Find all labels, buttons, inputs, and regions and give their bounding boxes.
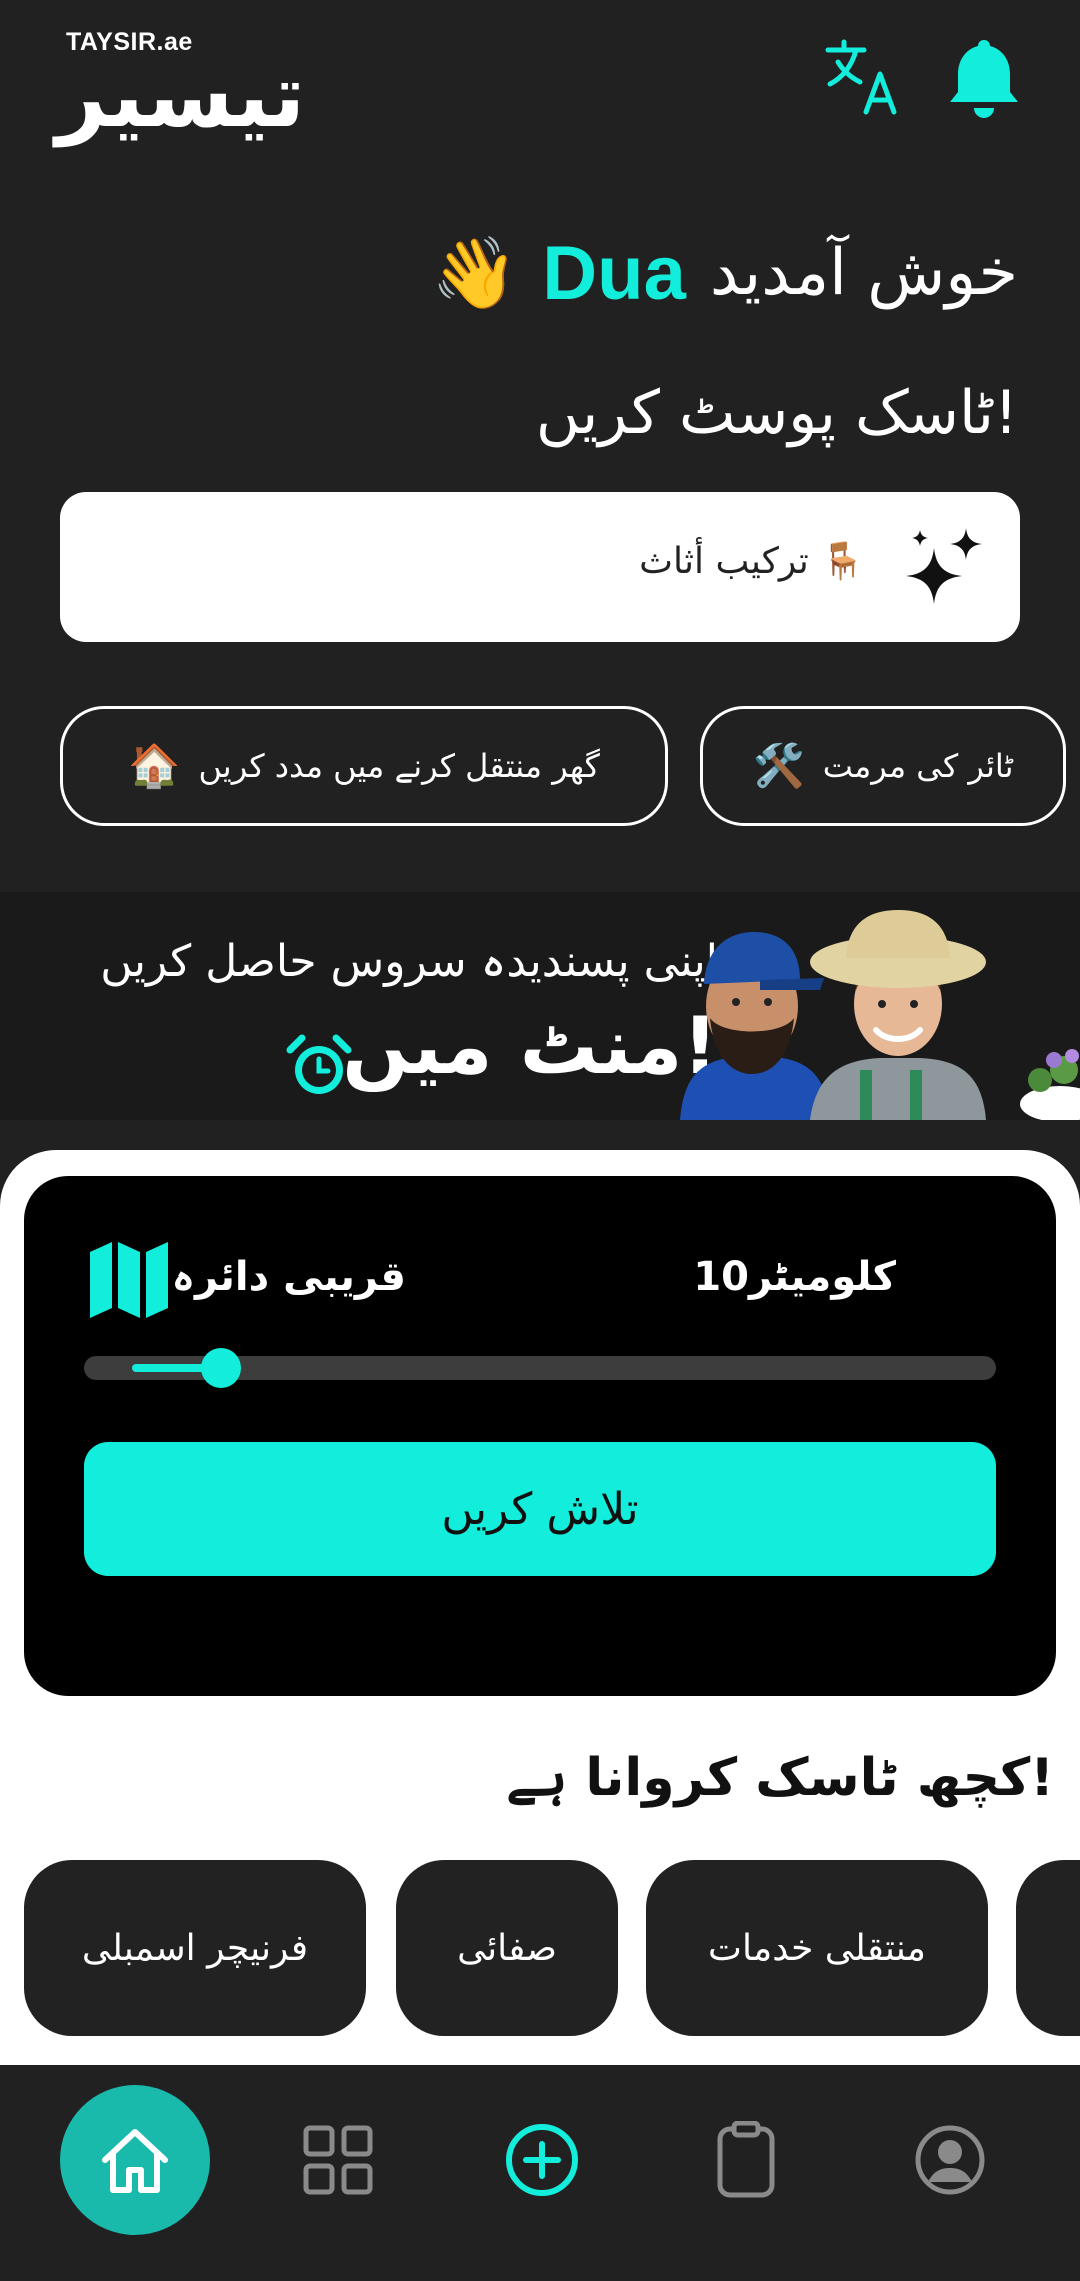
map-icon <box>90 1242 168 1318</box>
categories-title: کچھ ٹاسک کروانا ہے! <box>506 1748 1054 1808</box>
search-button[interactable]: تلاش کریں <box>84 1442 996 1576</box>
nav-my-tasks[interactable] <box>706 2120 786 2200</box>
radius-card: قریبی دائرہ 10کلومیٹر تلاش کریں <box>24 1176 1056 1696</box>
nav-profile[interactable] <box>910 2120 990 2200</box>
category-moving-services[interactable]: منتقلی خدمات <box>646 1860 988 2036</box>
nav-home[interactable] <box>60 2085 210 2235</box>
translate-icon[interactable] <box>822 36 902 116</box>
welcome-text: خوش آمدید <box>709 236 1018 310</box>
category-partial[interactable] <box>1016 1860 1080 2036</box>
clipboard-icon <box>717 2121 775 2198</box>
tools-emoji: 🛠️ <box>752 741 805 790</box>
profile-icon <box>915 2125 985 2195</box>
suggestion-chip-tire-repair[interactable]: ٹائر کی مرمت 🛠️ <box>700 706 1066 826</box>
house-emoji: 🏠 <box>128 741 181 790</box>
radius-value: 10کلومیٹر <box>693 1254 896 1300</box>
nav-add-task[interactable] <box>502 2120 582 2200</box>
bottom-navigation <box>0 2065 1080 2281</box>
slider-thumb[interactable] <box>201 1348 241 1388</box>
chip-label: گھر منتقل کرنے میں مدد کریں <box>198 747 600 785</box>
workers-photo <box>680 910 1080 1120</box>
welcome-heading: خوش آمدید Dua 👋 <box>431 218 1018 328</box>
home-icon <box>102 2129 168 2193</box>
post-task-title: ٹاسک پوسٹ کریں! <box>535 378 1018 448</box>
suggestion-chip-home-moving[interactable]: گھر منتقل کرنے میں مدد کریں 🏠 <box>60 706 668 826</box>
sparkle-icon[interactable] <box>900 522 990 612</box>
task-input[interactable]: تركيب أثاث 🪑 <box>60 492 1020 642</box>
radius-slider[interactable] <box>84 1348 996 1388</box>
radius-label: قریبی دائرہ <box>171 1254 406 1300</box>
nav-categories[interactable] <box>298 2120 378 2200</box>
user-name: Dua <box>542 230 686 316</box>
promo-banner[interactable]: اپنی پسندیدہ سروس حاصل کریں منٹ میں! <box>0 892 1080 1120</box>
grid-icon <box>303 2125 373 2195</box>
chip-label: ٹائر کی مرمت <box>822 747 1014 785</box>
alarm-clock-icon <box>286 1034 352 1094</box>
task-input-value: تركيب أثاث 🪑 <box>639 541 865 582</box>
logo-main-text: تیسیر <box>56 44 306 147</box>
category-cleaning[interactable]: صفائی <box>396 1860 618 2036</box>
add-circle-icon <box>506 2124 578 2196</box>
app-header: TAYSIR.ae تیسیر <box>0 0 1080 200</box>
wave-emoji: 👋 <box>431 231 519 314</box>
app-logo: TAYSIR.ae تیسیر <box>56 24 316 147</box>
category-furniture-assembly[interactable]: فرنیچر اسمبلی <box>24 1860 366 2036</box>
bell-icon[interactable] <box>944 36 1024 120</box>
